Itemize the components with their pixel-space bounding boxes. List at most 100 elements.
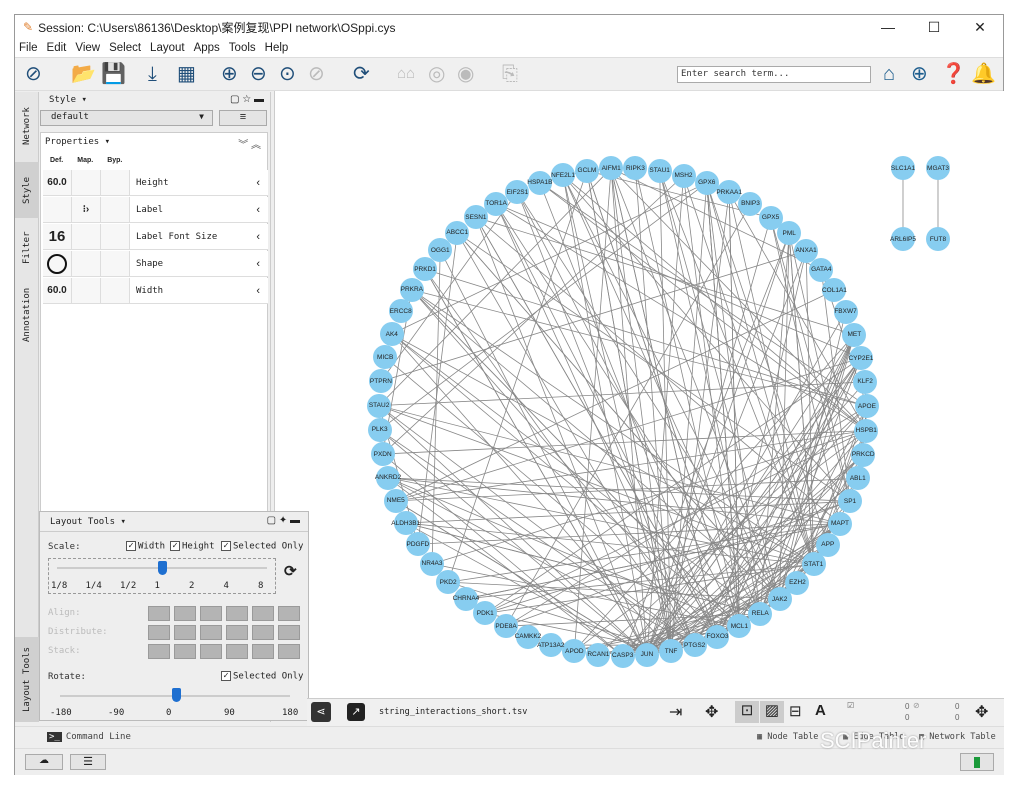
- node-slc1a1[interactable]: SLC1A1: [891, 156, 915, 180]
- property-row-height[interactable]: 60.0 Height ‹: [43, 170, 268, 196]
- select-edges-icon[interactable]: ▨: [760, 701, 784, 723]
- share-document-icon[interactable]: ⎘: [502, 63, 518, 85]
- edge[interactable]: [382, 175, 684, 455]
- edge[interactable]: [610, 168, 780, 600]
- refresh-icon[interactable]: ⟳: [353, 63, 370, 85]
- menu-edit[interactable]: Edit: [47, 42, 67, 54]
- node-casp3[interactable]: CASP3: [610, 643, 635, 668]
- node-rcan1[interactable]: RCAN1: [586, 642, 611, 667]
- memory-status-button[interactable]: [960, 753, 994, 771]
- home-network-icon[interactable]: ⌂⌂: [397, 63, 415, 85]
- network-name[interactable]: string_interactions_short.tsv: [379, 707, 527, 717]
- edge[interactable]: [387, 477, 841, 524]
- bypass-cell[interactable]: [101, 278, 130, 303]
- edge[interactable]: [424, 268, 868, 407]
- network-table-button[interactable]: ▦ Network Table: [919, 732, 996, 742]
- node-ptgs2[interactable]: PTGS2: [682, 633, 707, 658]
- chevron-left-icon[interactable]: ‹: [256, 231, 260, 243]
- mapping-cell[interactable]: [72, 170, 101, 195]
- node-tor1a[interactable]: TOR1A: [484, 191, 509, 216]
- bypass-cell[interactable]: [101, 251, 130, 276]
- align-button[interactable]: [148, 606, 170, 621]
- cloud-icon[interactable]: ☁: [25, 754, 63, 770]
- stack-button[interactable]: [200, 644, 222, 659]
- align-button[interactable]: [174, 606, 196, 621]
- tab-filter[interactable]: Filter: [15, 222, 39, 274]
- stack-button[interactable]: [226, 644, 248, 659]
- open-network-view-icon[interactable]: ↗: [347, 703, 365, 721]
- align-button[interactable]: [278, 606, 300, 621]
- node-atp13a2[interactable]: ATP13A2: [537, 633, 564, 658]
- node-mapt[interactable]: MAPT: [827, 511, 852, 536]
- edge[interactable]: [505, 203, 751, 627]
- node-cyp2e1[interactable]: CYP2E1: [848, 346, 873, 370]
- notification-bell-icon[interactable]: 🔔: [971, 63, 996, 85]
- tab-network[interactable]: Network: [15, 96, 39, 156]
- node-gclm[interactable]: GCLM: [574, 158, 599, 183]
- edge[interactable]: [495, 203, 862, 359]
- tab-annotation[interactable]: Annotation: [15, 280, 39, 350]
- style-menu-button[interactable]: ≡: [219, 110, 267, 126]
- node-pde8a[interactable]: PDE8A: [494, 614, 519, 639]
- move-labels-icon[interactable]: A: [815, 702, 826, 719]
- chevron-left-icon[interactable]: ‹: [256, 204, 260, 216]
- menu-layout[interactable]: Layout: [150, 42, 185, 54]
- scale-slider-thumb[interactable]: [157, 561, 167, 575]
- share-network-icon[interactable]: ⋖: [311, 702, 331, 722]
- edge[interactable]: [379, 381, 866, 407]
- rotate-slider[interactable]: -180 -90 0 90 180: [50, 688, 298, 718]
- node-msh2[interactable]: MSH2: [671, 163, 696, 188]
- distribute-button[interactable]: [200, 625, 222, 640]
- property-row-width[interactable]: 60.0 Width ‹: [43, 278, 268, 304]
- minimize-button[interactable]: —: [865, 15, 911, 39]
- edge[interactable]: [706, 182, 829, 545]
- layout-tools-title[interactable]: Layout Tools ▾: [50, 517, 126, 527]
- node-pdgfd[interactable]: PDGFD: [405, 532, 430, 557]
- network-canvas[interactable]: GCLM AIFM1 RIPK3 STAU1 MSH2 GPX6 PRKAA1 BNIP3 GP…: [274, 91, 1004, 698]
- stack-button[interactable]: [278, 644, 300, 659]
- scale-selected-only-checkbox[interactable]: ✓ Selected Only: [221, 541, 303, 552]
- open-folder-icon[interactable]: 📂: [71, 63, 96, 85]
- passthrough-mapping-icon[interactable]: ⁝›: [72, 197, 101, 222]
- zoom-fit-icon[interactable]: ⊙: [279, 63, 296, 85]
- stack-button[interactable]: [148, 644, 170, 659]
- default-value[interactable]: 60.0: [43, 170, 72, 195]
- node-rela[interactable]: RELA: [748, 601, 773, 626]
- node-stat1[interactable]: STAT1: [801, 552, 826, 577]
- node-pxdn[interactable]: PXDN: [370, 442, 395, 467]
- help-icon[interactable]: ❓: [941, 63, 966, 85]
- node-stau1[interactable]: STAU1: [647, 158, 672, 183]
- maximize-button[interactable]: ☐: [911, 15, 957, 39]
- menu-view[interactable]: View: [75, 42, 100, 54]
- rotate-slider-thumb[interactable]: [172, 688, 181, 702]
- node-apoe[interactable]: APOE: [854, 394, 879, 419]
- node-aldh3b1[interactable]: ALDH3B1: [391, 511, 420, 536]
- height-checkbox[interactable]: ✓ Height: [170, 541, 215, 552]
- property-row-label-font-size[interactable]: 16 Label Font Size ‹: [43, 224, 268, 250]
- edge[interactable]: [378, 405, 814, 565]
- node-nr4a3[interactable]: NR4A3: [420, 551, 445, 576]
- node-plk3[interactable]: PLK3: [367, 417, 392, 442]
- edge[interactable]: [539, 182, 868, 407]
- style-panel-title[interactable]: Style ▾: [49, 95, 87, 105]
- select-nodes-icon[interactable]: ⊡: [735, 701, 759, 723]
- node-arl6ip5[interactable]: ARL6IP5: [890, 227, 916, 251]
- menu-file[interactable]: File: [19, 42, 38, 54]
- distribute-button[interactable]: [278, 625, 300, 640]
- property-row-label[interactable]: ⁝› Label ‹: [43, 197, 268, 223]
- zoom-out-icon[interactable]: ⊖: [250, 63, 267, 85]
- menu-apps[interactable]: Apps: [194, 42, 220, 54]
- stack-button[interactable]: [252, 644, 274, 659]
- search-input[interactable]: Enter search term...: [677, 66, 871, 83]
- chevron-left-icon[interactable]: ‹: [256, 177, 260, 189]
- node-hspa1b[interactable]: HSPA1B: [527, 170, 552, 195]
- node-stau2[interactable]: STAU2: [367, 393, 392, 418]
- node-prkcd[interactable]: PRKCD: [851, 442, 876, 467]
- style-select[interactable]: default ▼: [40, 110, 213, 126]
- node-fut8[interactable]: FUT8: [926, 227, 950, 251]
- edge[interactable]: [562, 175, 867, 431]
- width-checkbox[interactable]: ✓ Width: [126, 541, 165, 552]
- node-ak4[interactable]: AK4: [379, 322, 404, 346]
- menu-select[interactable]: Select: [109, 42, 141, 54]
- align-button[interactable]: [200, 606, 222, 621]
